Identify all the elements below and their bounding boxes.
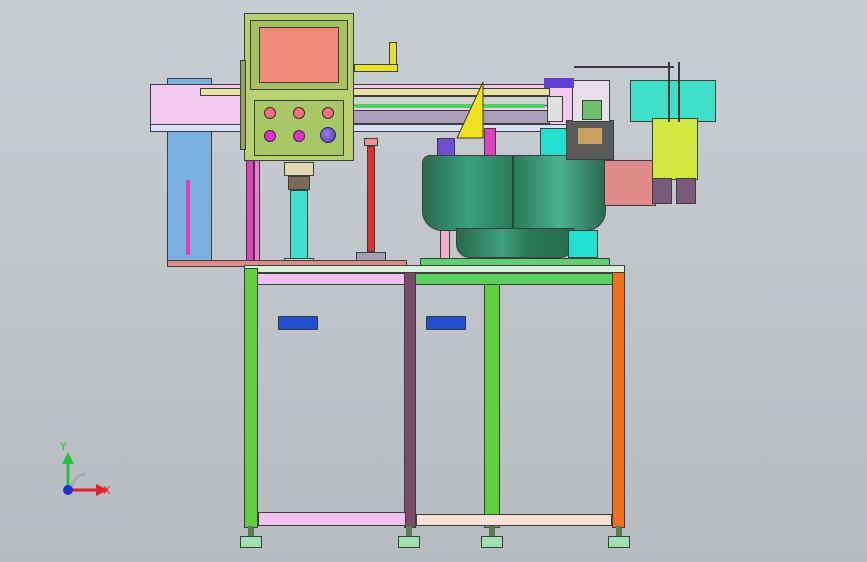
vibratory-bowl-base bbox=[456, 228, 574, 258]
frame-leg-3 bbox=[484, 284, 500, 528]
triad-y-label: Y bbox=[60, 440, 67, 453]
button-2[interactable] bbox=[293, 107, 305, 119]
button-4[interactable] bbox=[264, 130, 276, 142]
table-top-rail-green bbox=[410, 273, 624, 285]
right-salmon-arm bbox=[604, 160, 656, 206]
yellow-wedge bbox=[456, 81, 484, 139]
gripper-body bbox=[652, 118, 698, 180]
hmi-screen[interactable] bbox=[259, 27, 339, 83]
button-3[interactable] bbox=[322, 107, 334, 119]
top-rail-light-strip bbox=[150, 124, 580, 132]
gripper-jaw-left bbox=[652, 178, 672, 204]
feeder-purple-block bbox=[544, 78, 574, 88]
blue-window-left bbox=[278, 316, 318, 330]
foot-1-stem bbox=[248, 526, 254, 536]
blue-window-right bbox=[426, 316, 466, 330]
foot-4 bbox=[608, 536, 630, 548]
bottom-rail-left bbox=[258, 512, 406, 526]
feeder-slide-block bbox=[582, 100, 602, 120]
foot-1 bbox=[240, 536, 262, 548]
vibratory-bowl-top bbox=[422, 155, 606, 231]
foot-3-stem bbox=[489, 526, 495, 536]
foot-2 bbox=[398, 536, 420, 548]
foot-3 bbox=[481, 536, 503, 548]
foot-2-stem bbox=[406, 526, 412, 536]
feeder-cyan-column bbox=[568, 230, 598, 258]
frame-leg-4 bbox=[612, 272, 625, 528]
frame-leg-1 bbox=[244, 268, 258, 528]
yellow-lever-arm bbox=[354, 64, 398, 72]
button-5[interactable] bbox=[293, 130, 305, 142]
emergency-stop-button[interactable] bbox=[320, 127, 336, 143]
cyan-cylinder-collar bbox=[288, 176, 310, 190]
cabinet-mount-strip bbox=[240, 60, 246, 150]
red-rod bbox=[367, 146, 375, 252]
bowl-post-pink bbox=[484, 128, 496, 158]
cyan-cylinder bbox=[290, 190, 308, 260]
top-rail-green-strip bbox=[355, 104, 545, 108]
table-top-plate bbox=[244, 265, 625, 273]
vibratory-bowl-seam bbox=[512, 156, 514, 230]
left-housing-slot bbox=[186, 180, 190, 255]
magenta-column-left bbox=[246, 160, 254, 264]
gripper-top-plate bbox=[630, 80, 716, 122]
frame-leg-2 bbox=[404, 272, 416, 528]
bowl-support-pink bbox=[440, 230, 450, 260]
table-top-rail-pink bbox=[244, 273, 410, 285]
button-1[interactable] bbox=[264, 107, 276, 119]
triad-x-label: X bbox=[103, 484, 111, 497]
feeder-mechanism-inner bbox=[578, 128, 602, 144]
feeder-rail-clip bbox=[547, 96, 563, 122]
foot-4-stem bbox=[616, 526, 622, 536]
cad-viewport[interactable]: Y X bbox=[0, 0, 867, 562]
top-rail-band-3 bbox=[350, 110, 550, 124]
gripper-jaw-right bbox=[676, 178, 696, 204]
gripper-rod bbox=[668, 62, 670, 122]
gripper-bracket-arm bbox=[574, 66, 674, 68]
bottom-rail-right bbox=[416, 514, 612, 526]
cyan-cylinder-cap bbox=[284, 162, 314, 176]
coordinate-triad bbox=[62, 452, 108, 496]
magenta-column-right bbox=[254, 160, 260, 264]
red-rod-cap bbox=[364, 138, 378, 146]
gripper-rod-2 bbox=[678, 62, 680, 122]
